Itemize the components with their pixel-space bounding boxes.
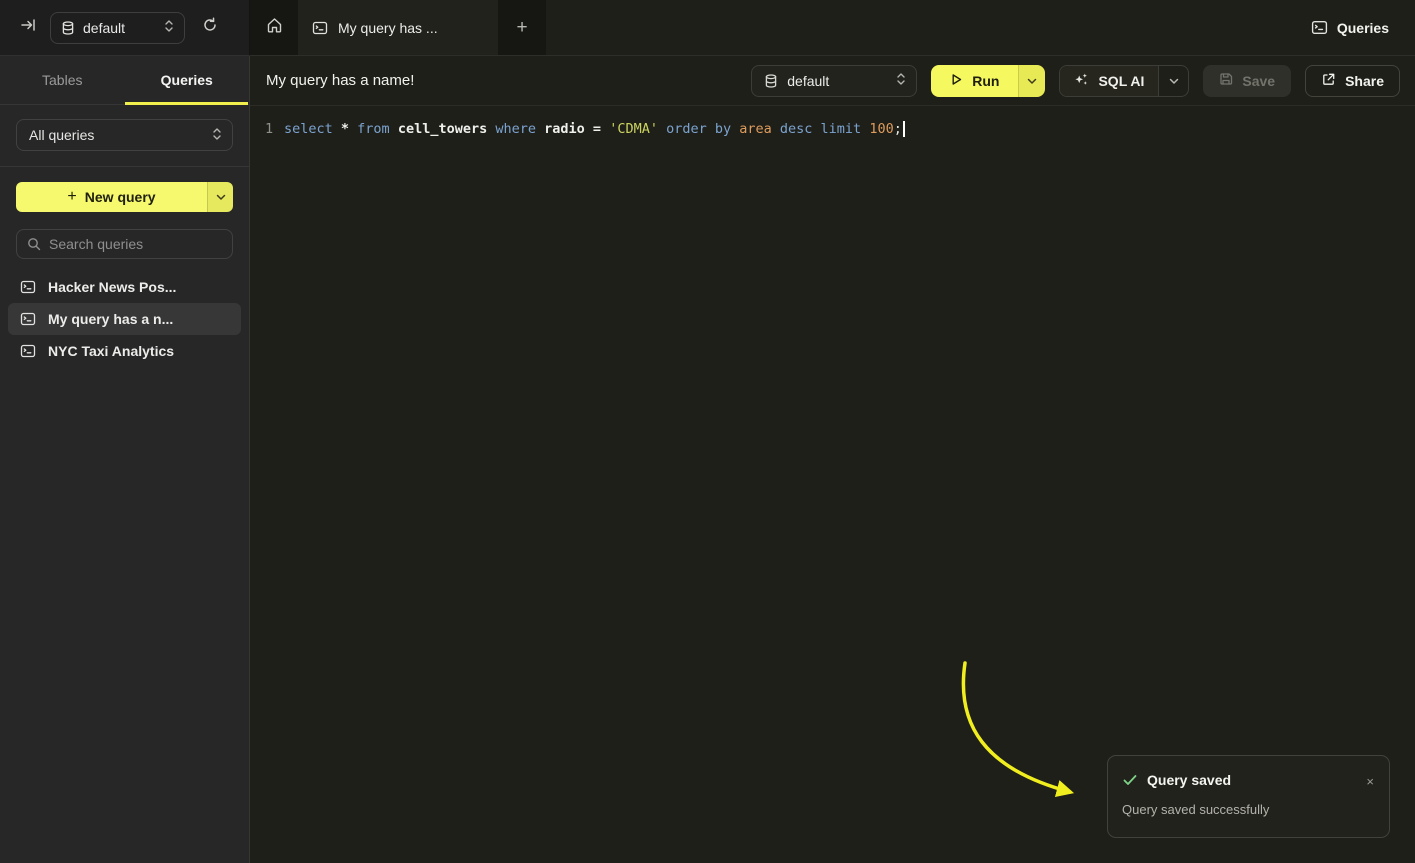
query-list-item[interactable]: Hacker News Pos... bbox=[8, 271, 241, 303]
database-selector-value: default bbox=[787, 73, 829, 89]
query-actions-section: + New query bbox=[0, 167, 249, 259]
query-title: My query has a name! bbox=[266, 72, 414, 89]
query-icon bbox=[20, 311, 36, 327]
sql-ai-button[interactable]: SQL AI bbox=[1060, 66, 1158, 96]
query-item-label: NYC Taxi Analytics bbox=[48, 343, 174, 359]
new-query-label: New query bbox=[85, 189, 156, 205]
nav-queries-label: Queries bbox=[1337, 20, 1389, 36]
query-icon bbox=[20, 343, 36, 359]
main-panel: My query has a name! default bbox=[250, 56, 1415, 863]
chevron-down-icon bbox=[1027, 72, 1037, 90]
top-bar-spacer bbox=[546, 0, 1299, 55]
sidebar: Tables Queries All queries + bbox=[0, 56, 250, 863]
query-filter-section: All queries bbox=[0, 105, 249, 167]
chevron-updown-icon bbox=[896, 72, 906, 89]
query-tab-icon bbox=[312, 20, 328, 36]
query-list-item[interactable]: NYC Taxi Analytics bbox=[8, 335, 241, 367]
query-item-label: My query has a n... bbox=[48, 311, 173, 327]
query-list-item-selected[interactable]: My query has a n... bbox=[8, 303, 241, 335]
database-selector-header[interactable]: default bbox=[751, 65, 917, 97]
code-line-content: select * from cell_towers where radio = … bbox=[284, 121, 902, 137]
queries-tab-label: Queries bbox=[161, 72, 213, 88]
query-search-box bbox=[16, 229, 233, 259]
sql-editor[interactable]: 1 select * from cell_towers where radio … bbox=[250, 106, 1415, 863]
toast-title: Query saved bbox=[1147, 772, 1231, 788]
new-tab-button[interactable]: + bbox=[498, 0, 546, 55]
top-bar-right: My query has ... + Queries bbox=[250, 0, 1415, 56]
sidebar-tab-tables[interactable]: Tables bbox=[0, 56, 125, 104]
play-icon bbox=[950, 73, 963, 89]
sparkles-icon bbox=[1074, 72, 1089, 90]
home-icon bbox=[266, 17, 283, 39]
new-query-split-button: + New query bbox=[16, 182, 233, 212]
query-filter-value: All queries bbox=[29, 127, 94, 143]
sidebar-tabs: Tables Queries bbox=[0, 56, 249, 105]
share-icon bbox=[1321, 72, 1336, 90]
search-icon bbox=[27, 237, 41, 251]
query-filter-select[interactable]: All queries bbox=[16, 119, 233, 151]
chevron-down-icon bbox=[216, 188, 226, 206]
query-item-label: Hacker News Pos... bbox=[48, 279, 176, 295]
saved-query-list: Hacker News Pos... My query has a n... N… bbox=[0, 271, 249, 367]
refresh-icon bbox=[202, 17, 218, 38]
run-label: Run bbox=[972, 73, 999, 89]
save-icon bbox=[1219, 72, 1233, 89]
nav-queries[interactable]: Queries bbox=[1299, 0, 1415, 55]
top-bar-left: default bbox=[0, 0, 250, 56]
share-button[interactable]: Share bbox=[1305, 65, 1400, 97]
line-number: 1 bbox=[250, 121, 274, 137]
search-queries-input[interactable] bbox=[49, 236, 222, 252]
collapse-sidebar-icon bbox=[20, 17, 36, 38]
new-query-dropdown-button[interactable] bbox=[207, 182, 233, 212]
database-selector-value: default bbox=[83, 20, 125, 36]
tab-label: My query has ... bbox=[338, 20, 438, 36]
query-toolbar: default Run bbox=[751, 65, 1400, 97]
active-tab-underline bbox=[125, 102, 248, 105]
run-split-button: Run bbox=[931, 65, 1045, 97]
code-line: 1 select * from cell_towers where radio … bbox=[250, 118, 1415, 139]
sql-ai-split-button: SQL AI bbox=[1059, 65, 1189, 97]
refresh-button[interactable] bbox=[197, 15, 223, 41]
query-header: My query has a name! default bbox=[250, 56, 1415, 106]
plus-icon: + bbox=[516, 17, 527, 39]
chevron-down-icon bbox=[1169, 72, 1179, 90]
sidebar-tab-queries[interactable]: Queries bbox=[125, 56, 250, 104]
toast-query-saved: Query saved × Query saved successfully bbox=[1107, 755, 1390, 838]
tables-tab-label: Tables bbox=[42, 72, 82, 88]
top-bar: default bbox=[0, 0, 1415, 56]
tab-my-query[interactable]: My query has ... bbox=[298, 0, 498, 55]
toast-close-button[interactable]: × bbox=[1366, 775, 1374, 788]
toast-message: Query saved successfully bbox=[1122, 802, 1375, 817]
queries-nav-icon bbox=[1311, 19, 1328, 36]
sql-ai-label: SQL AI bbox=[1098, 73, 1144, 89]
plus-icon: + bbox=[67, 188, 76, 206]
run-button[interactable]: Run bbox=[931, 65, 1018, 97]
save-label: Save bbox=[1242, 73, 1275, 89]
run-dropdown-button[interactable] bbox=[1018, 65, 1045, 97]
database-icon bbox=[764, 74, 778, 88]
chevron-updown-icon bbox=[164, 19, 174, 36]
database-selector-top[interactable]: default bbox=[50, 12, 185, 44]
home-tab[interactable] bbox=[250, 0, 298, 55]
share-label: Share bbox=[1345, 73, 1384, 89]
chevron-updown-icon bbox=[212, 127, 222, 144]
check-icon bbox=[1122, 772, 1138, 788]
text-cursor bbox=[903, 121, 905, 137]
database-icon bbox=[61, 21, 75, 35]
collapse-sidebar-button[interactable] bbox=[16, 16, 40, 40]
toast-header: Query saved bbox=[1122, 772, 1375, 788]
tab-strip: My query has ... + bbox=[250, 0, 546, 55]
new-query-button[interactable]: + New query bbox=[16, 182, 207, 212]
sql-ai-dropdown-button[interactable] bbox=[1158, 66, 1188, 96]
save-button[interactable]: Save bbox=[1203, 65, 1291, 97]
query-icon bbox=[20, 279, 36, 295]
